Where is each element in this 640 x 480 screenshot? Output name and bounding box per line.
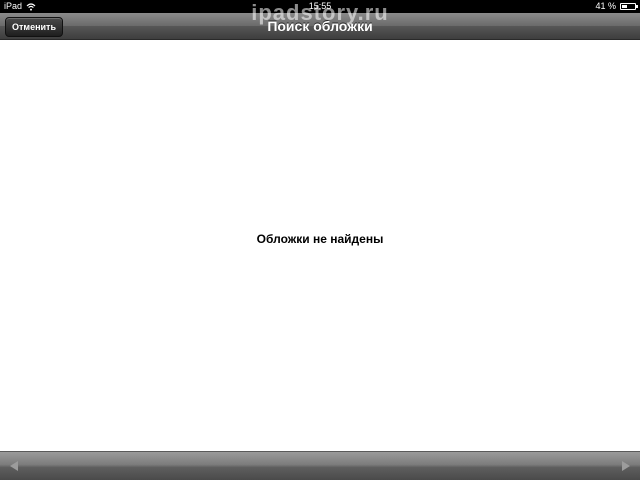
battery-icon (620, 3, 638, 10)
bottom-toolbar (0, 451, 640, 480)
arrow-right-icon[interactable] (622, 461, 630, 471)
screen: iPad 15:55 41 % ipadstory.ru Поиск облож… (0, 0, 640, 480)
battery-fill (622, 5, 627, 8)
page-title: Поиск обложки (267, 18, 373, 34)
status-bar: iPad 15:55 41 % (0, 0, 640, 13)
status-time: 15:55 (308, 1, 332, 11)
nav-bar: Поиск обложки Отменить (0, 13, 640, 40)
battery-percent: 41 % (595, 1, 616, 11)
empty-state-message: Обложки не найдены (256, 232, 384, 246)
arrow-left-icon[interactable] (10, 461, 18, 471)
status-battery: 41 % (595, 0, 638, 13)
content-area: Обложки не найдены (0, 40, 640, 451)
cancel-button[interactable]: Отменить (5, 17, 63, 37)
